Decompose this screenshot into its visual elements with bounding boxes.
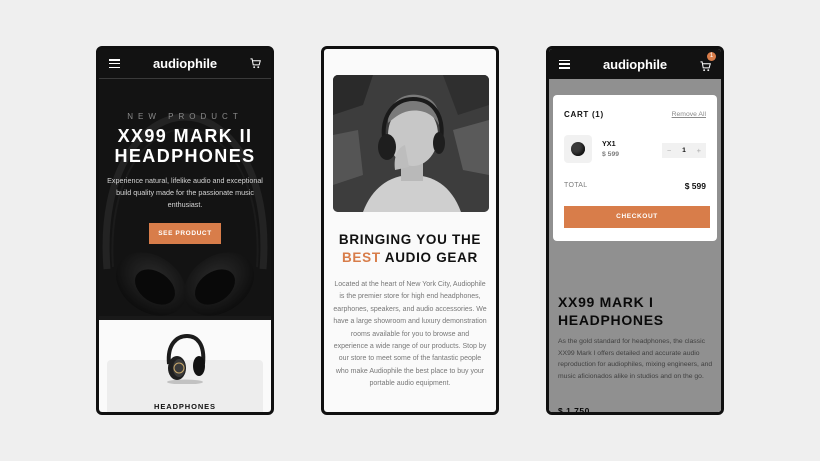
category-label[interactable]: HEADPHONES	[99, 402, 271, 411]
headphones-image	[166, 333, 206, 384]
cart-icon	[700, 60, 711, 71]
cart-count-badge: 1	[706, 51, 716, 61]
quantity-value: 1	[682, 147, 686, 154]
hamburger-menu-icon[interactable]	[109, 59, 120, 68]
hero-kicker: NEW PRODUCT	[127, 112, 243, 121]
hero-section: NEW PRODUCT XX99 MARK II HEADPHONES Expe…	[99, 79, 271, 316]
hero-title-line2: HEADPHONES	[114, 146, 256, 166]
top-navbar: audiophile 1	[549, 49, 721, 79]
remove-all-link[interactable]: Remove All	[672, 111, 706, 118]
phone-cart-screen: audiophile 1 XX99 MARK I HEADPHONES As t…	[546, 46, 724, 415]
about-heading-line2: BEST AUDIO GEAR	[324, 249, 496, 267]
phone-about-screen: BRINGING YOU THE BEST AUDIO GEAR Located…	[321, 46, 499, 415]
cart-icon[interactable]	[250, 58, 261, 69]
earphones-image	[571, 142, 585, 156]
hero-title-line1: XX99 MARK II	[117, 126, 253, 146]
logo[interactable]: audiophile	[153, 56, 217, 71]
portrait-photo	[333, 75, 489, 212]
total-label: TOTAL	[564, 182, 588, 189]
total-value: $ 599	[684, 181, 706, 191]
quantity-stepper: − 1 +	[662, 143, 706, 158]
increase-button[interactable]: +	[697, 146, 701, 155]
decrease-button[interactable]: −	[667, 146, 671, 155]
hero-description: Experience natural, lifelike audio and e…	[107, 176, 263, 209]
hamburger-menu-icon[interactable]	[559, 59, 570, 69]
checkout-button[interactable]: CHECKOUT	[564, 206, 710, 228]
phone-home-screen: audiophile NEW PRODUCT XX99 MARK II HEAD…	[96, 46, 274, 415]
about-heading-accent: BEST	[341, 250, 381, 265]
logo[interactable]: audiophile	[603, 57, 667, 72]
cart-item-name: YX1	[602, 139, 616, 148]
cart-item-price: $ 599	[602, 151, 620, 158]
category-section: HEADPHONES	[99, 320, 271, 412]
cart-button[interactable]: 1	[700, 51, 716, 71]
about-heading: BRINGING YOU THE BEST AUDIO GEAR	[324, 231, 496, 267]
cart-modal: CART (1) Remove All YX1 $ 599 − 1 + TOTA…	[553, 95, 717, 241]
about-body: Located at the heart of New York City, A…	[333, 281, 487, 388]
hero-title: XX99 MARK II HEADPHONES	[99, 126, 271, 166]
about-heading-line1: BRINGING YOU THE	[338, 232, 482, 247]
top-navbar: audiophile	[99, 49, 271, 79]
cart-item-thumbnail	[564, 135, 592, 163]
see-product-button[interactable]: SEE PRODUCT	[149, 223, 221, 244]
about-heading-rest: AUDIO GEAR	[384, 250, 479, 265]
cart-title: CART (1)	[564, 110, 604, 119]
